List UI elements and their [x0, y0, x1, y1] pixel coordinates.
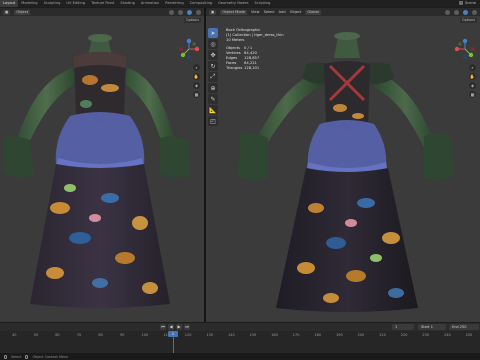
play-reverse-icon[interactable]: ◀	[168, 324, 174, 330]
tab-uv-editing[interactable]: UV Editing	[63, 0, 88, 7]
scene-label: Scene	[465, 1, 476, 5]
status-context-menu: Object Context Menu	[32, 354, 69, 359]
mouse-left-icon	[4, 354, 7, 359]
viewport-right[interactable]: ▣ Object Mode View Select Add Object Glo…	[206, 8, 480, 322]
tab-shading[interactable]: Shading	[117, 0, 138, 7]
ruler-tick-label: 50	[33, 333, 39, 337]
ruler-tick-label: 180	[314, 333, 322, 337]
ruler-tick-label: 70	[76, 333, 82, 337]
playhead-line	[173, 337, 174, 353]
ruler-tick-label: 190	[336, 333, 343, 337]
start-frame-field[interactable]: Start 1	[418, 324, 446, 330]
ruler-tick-label: 160	[271, 333, 278, 337]
ruler-tick-label: 120	[184, 333, 192, 337]
ruler-tick-label: 100	[141, 333, 149, 337]
scene-selector[interactable]: Scene	[459, 0, 476, 7]
timeline-editor[interactable]: ⏮ ◀ ▶ ⏭ 1 Start 1 End 250 40 50 60 70 80 90 10…	[0, 323, 480, 353]
ruler-tick-label: 80	[98, 333, 103, 337]
workspace-tabs: Layout Modeling Sculpting UV Editing Texture…	[0, 0, 480, 7]
ruler-tick-label: 140	[228, 333, 235, 337]
viewport-left[interactable]: ▣ Object Options ⌕ ✋ ◈ ▦	[0, 8, 204, 322]
ruler-tick-label: 210	[379, 333, 386, 337]
tab-modeling[interactable]: Modeling	[18, 0, 40, 7]
scene-icon	[459, 1, 464, 5]
status-bar: Select Object Context Menu	[0, 353, 480, 360]
frame-ruler[interactable]: 40 50 60 70 80 90 100 110 120 130 140 150 160 170 180 1…	[0, 332, 480, 340]
tab-animation[interactable]: Animation	[138, 0, 162, 7]
ruler-tick-label: 230	[422, 333, 430, 337]
jump-start-icon[interactable]: ⏮	[160, 324, 166, 330]
timeline-header: ⏮ ◀ ▶ ⏭ 1 Start 1 End 250	[0, 323, 480, 331]
tab-texture-paint[interactable]: Texture Paint	[88, 0, 117, 7]
status-select: Select	[11, 354, 22, 359]
ruler-tick-label: 200	[357, 333, 365, 337]
ruler-tick-label: 240	[444, 333, 451, 337]
tab-scripting[interactable]: Scripting	[251, 0, 273, 7]
jump-end-icon[interactable]: ⏭	[184, 324, 190, 330]
tab-layout[interactable]: Layout	[0, 0, 19, 7]
tab-sculpting[interactable]: Sculpting	[41, 0, 64, 7]
ruler-tick-label: 170	[292, 333, 300, 337]
dress-model-left	[4, 34, 190, 308]
ruler-tick-label: 220	[400, 333, 408, 337]
dress-model-right	[238, 32, 454, 312]
ruler-tick-label: 150	[249, 333, 257, 337]
end-frame-field[interactable]: End 250	[449, 324, 479, 330]
ruler-tick-label: 60	[55, 333, 60, 337]
ruler-tick-label: 90	[120, 333, 125, 337]
mouse-right-icon	[25, 354, 29, 359]
ruler-tick-label: 250	[465, 333, 473, 337]
tab-geometry-nodes[interactable]: Geometry Nodes	[215, 0, 251, 7]
tab-rendering[interactable]: Rendering	[162, 0, 186, 7]
tab-compositing[interactable]: Compositing	[187, 0, 216, 7]
play-icon[interactable]: ▶	[176, 324, 182, 330]
current-frame-field[interactable]: 1	[392, 324, 414, 330]
ruler-tick-label: 130	[206, 333, 214, 337]
ruler-tick-label: 40	[12, 333, 17, 337]
